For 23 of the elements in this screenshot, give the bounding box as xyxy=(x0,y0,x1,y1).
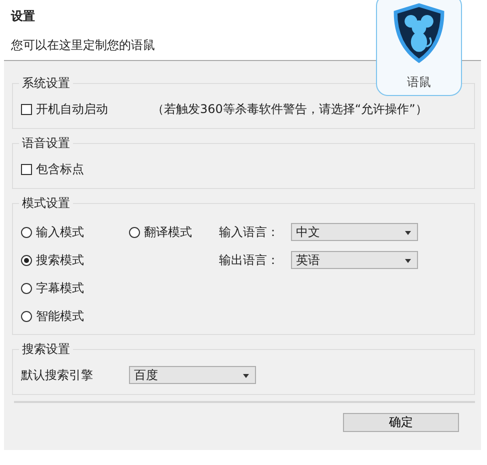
group-title: 搜索设置 xyxy=(19,341,73,358)
checkbox[interactable]: 开机自动启动 xyxy=(21,100,108,118)
dropdown[interactable]: 百度 xyxy=(129,366,256,384)
radio-button[interactable]: 输入模式 xyxy=(21,218,129,246)
dropdown[interactable]: 英语 xyxy=(291,251,418,269)
ok-button[interactable]: 确定 xyxy=(343,413,459,432)
radio-button[interactable]: 搜索模式 xyxy=(21,246,129,274)
dropdown[interactable]: 中文 xyxy=(291,223,418,241)
dialog-title: 设置 xyxy=(11,8,36,25)
shield-mouse-icon xyxy=(392,3,446,63)
caret-icon xyxy=(405,231,411,235)
checkbox[interactable]: 包含标点 xyxy=(21,160,84,178)
radio-button[interactable]: 智能模式 xyxy=(21,302,129,330)
radio-button[interactable]: 字幕模式 xyxy=(21,274,129,302)
logo-label: 语鼠 xyxy=(407,74,431,91)
note-text: （若触发360等杀毒软件警告，请选择“允许操作”） xyxy=(152,100,428,118)
radio-button[interactable]: 翻译模式 xyxy=(129,218,219,246)
dialog-subtitle: 您可以在这里定制您的语鼠 xyxy=(11,37,156,54)
field-label: 输出语言： xyxy=(219,252,280,268)
caret-icon xyxy=(405,259,411,263)
field-label: 默认搜索引擎 xyxy=(21,366,94,384)
caret-icon xyxy=(243,374,249,378)
field-label: 输入语言： xyxy=(219,224,280,240)
